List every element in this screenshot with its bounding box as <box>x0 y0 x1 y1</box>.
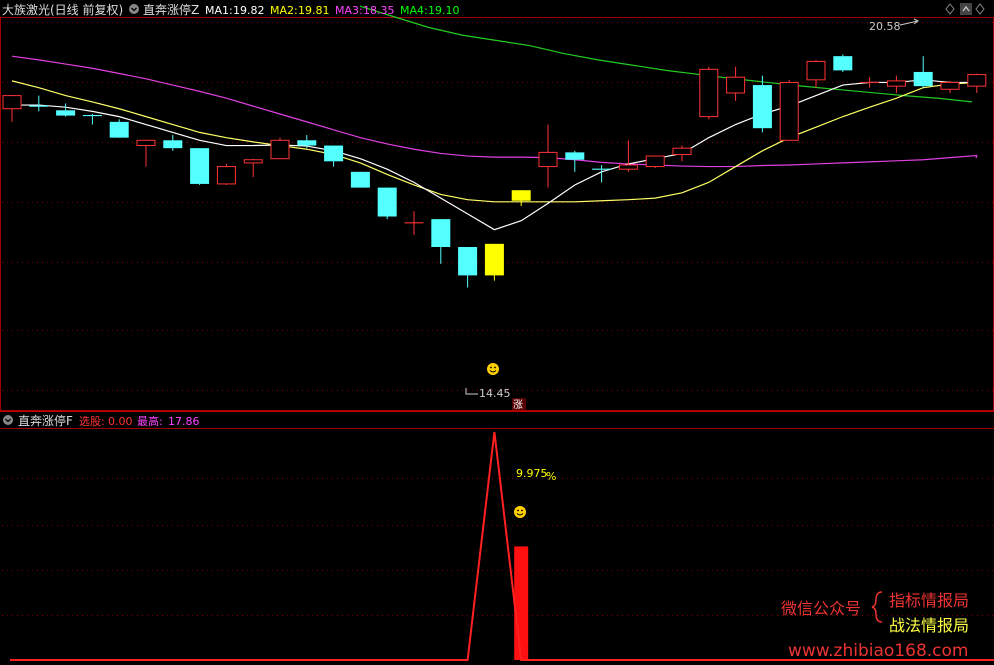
limit-up-tag-text: 涨 <box>513 399 523 411</box>
signal-bar <box>514 546 529 660</box>
sub-indicator-dropdown-icon[interactable] <box>3 415 13 425</box>
main-header: 大族激光(日线 前复权) 直奔涨停Z MA1: 19.82 MA2: 19.81… <box>2 2 460 17</box>
indicator-title: 直奔涨停Z <box>143 2 199 17</box>
indicator-dropdown-icon[interactable] <box>129 4 139 14</box>
candle-body-34 <box>913 71 933 87</box>
candle-body-10 <box>270 139 290 160</box>
expand-button[interactable] <box>960 3 972 15</box>
max-value: 17.86 <box>168 415 200 428</box>
candle-body-33 <box>886 80 906 87</box>
sub-header: 直奔涨停F 选股: 0.00 最高: 17.86 <box>3 413 200 428</box>
ma2-line <box>11 80 978 203</box>
candle-body-25 <box>672 147 692 155</box>
candle-body-12 <box>324 145 344 162</box>
watermark: 微信公众号 指标情报局 战法情报局 www.zhibiao168.com <box>781 591 969 661</box>
candle-body-36 <box>967 74 987 87</box>
pct-change-label: 9.975 <box>516 467 548 480</box>
candle-body-4 <box>109 121 129 138</box>
grid-lines <box>2 22 994 616</box>
watermark-wechat: 微信公众号 <box>781 599 861 618</box>
smiley-icon <box>487 363 499 375</box>
candle-body-26 <box>699 68 719 118</box>
candle-body-8 <box>216 166 236 185</box>
ma2-label: MA2: <box>270 4 298 17</box>
stock-title: 大族激光(日线 前复权) <box>2 2 123 17</box>
select-value: 0.00 <box>108 415 133 428</box>
diamond-icon-2[interactable] <box>975 3 985 15</box>
candle-body-7 <box>190 148 210 184</box>
sub-indicator-title: 直奔涨停F <box>18 413 73 428</box>
low-price-label: 14.45 <box>479 387 511 400</box>
ma3-label: MA3: <box>335 4 363 17</box>
main-panel-frame <box>0 17 994 411</box>
sub-indicator-series <box>10 431 994 661</box>
candle-body-30 <box>806 60 826 81</box>
moving-average-lines <box>11 5 978 231</box>
candle-body-29 <box>779 81 799 141</box>
candle-body-5 <box>136 139 156 147</box>
pct-sign: % <box>546 470 556 483</box>
stock-chart[interactable]: 大族激光(日线 前复权) 直奔涨停Z MA1: 19.82 MA2: 19.81… <box>0 0 994 665</box>
candle-body-19 <box>511 190 531 201</box>
candle-body-0 <box>2 95 22 110</box>
candle-body-31 <box>833 56 853 71</box>
candle-body-24 <box>645 155 665 168</box>
select-label: 选股: <box>79 415 105 428</box>
candle-body-17 <box>458 247 478 276</box>
candle-body-28 <box>752 85 772 129</box>
candle-body-18 <box>484 243 504 276</box>
smiley-icon-sub <box>514 506 526 518</box>
ma1-line <box>12 79 978 231</box>
candle-body-16 <box>431 219 451 248</box>
ma4-value: 19.10 <box>428 4 460 17</box>
candle-body-23 <box>618 164 638 170</box>
candle-body-13 <box>350 171 370 188</box>
diamond-icon[interactable] <box>945 3 955 15</box>
candle-body-11 <box>297 140 317 146</box>
candle-body-6 <box>163 140 183 149</box>
candle-body-20 <box>538 151 558 168</box>
max-label: 最高: <box>137 414 163 428</box>
signal-line <box>10 431 994 661</box>
ma3-line <box>11 55 978 168</box>
candle-body-2 <box>56 110 76 116</box>
candle-body-27 <box>726 76 746 94</box>
high-price-label: 20.58 <box>869 20 901 33</box>
ma1-label: MA1: <box>205 4 233 17</box>
ma3-value: 18.35 <box>363 4 395 17</box>
candle-body-14 <box>377 187 397 217</box>
ma4-label: MA4: <box>400 4 428 17</box>
ma2-value: 19.81 <box>298 4 330 17</box>
brace-icon <box>871 591 883 623</box>
candle-body-9 <box>243 159 263 164</box>
candle-body-35 <box>940 81 960 90</box>
watermark-url: www.zhibiao168.com <box>788 641 968 661</box>
ma1-value: 19.82 <box>233 4 265 17</box>
watermark-brand-2: 战法情报局 <box>889 616 969 635</box>
watermark-brand-1: 指标情报局 <box>889 591 969 610</box>
candle-body-21 <box>565 152 585 160</box>
